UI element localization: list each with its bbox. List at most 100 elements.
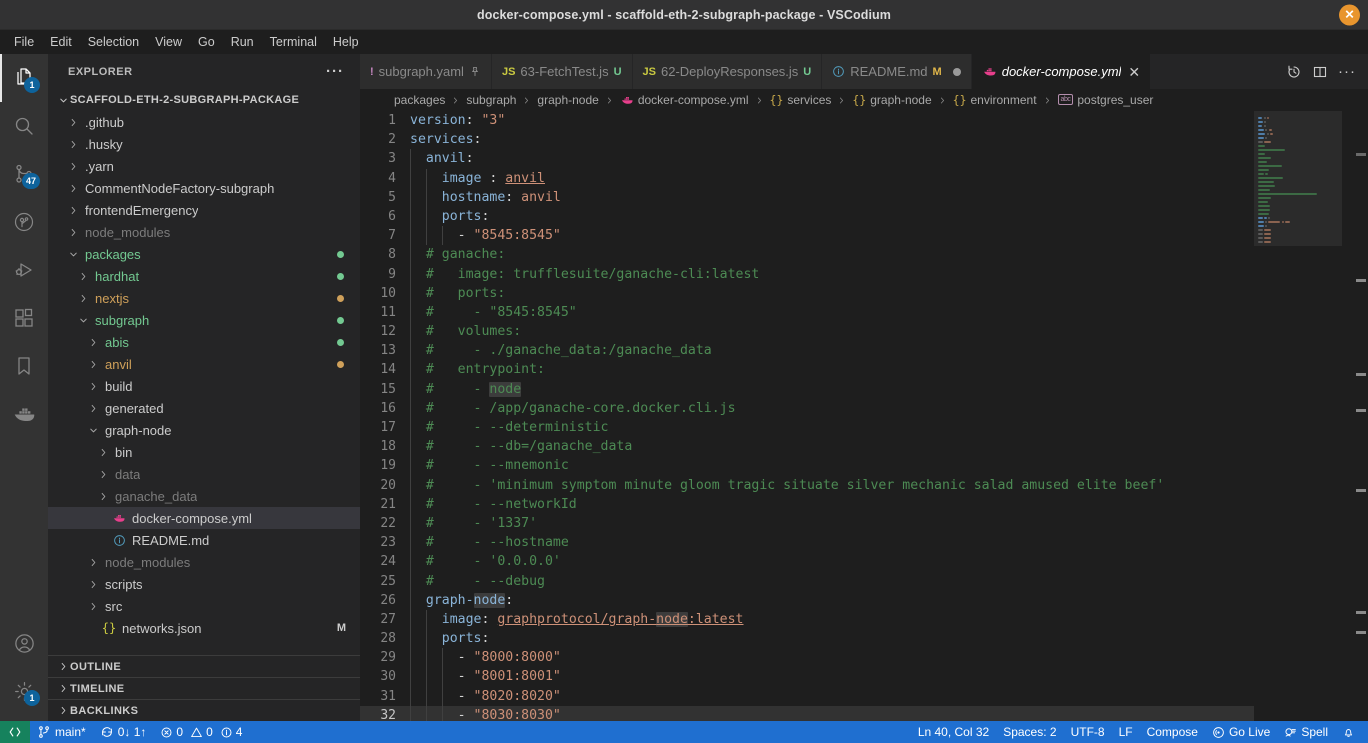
tree-folder-row[interactable]: ganache_data xyxy=(48,485,360,507)
sidebar-section-outline[interactable]: OUTLINE xyxy=(48,655,360,677)
chevron-right-icon[interactable] xyxy=(76,271,90,282)
tree-folder-row[interactable]: generated xyxy=(48,397,360,419)
menu-item-run[interactable]: Run xyxy=(223,33,262,51)
breadcrumb-item-subgraph[interactable]: subgraph xyxy=(466,93,516,107)
status-encoding[interactable]: UTF-8 xyxy=(1064,721,1112,743)
tree-file-row[interactable]: docker-compose.yml xyxy=(48,507,360,529)
code-line[interactable]: 26 graph-node: xyxy=(360,590,1254,610)
code-line[interactable]: 31 - "8020:8020" xyxy=(360,686,1254,706)
tree-folder-row[interactable]: data xyxy=(48,463,360,485)
code-line[interactable]: 7 - "8545:8545" xyxy=(360,226,1254,246)
tree-file-row[interactable]: {} networks.json M xyxy=(48,617,360,639)
chevron-right-icon[interactable] xyxy=(76,293,90,304)
tree-folder-row[interactable]: abis xyxy=(48,331,360,353)
code-line[interactable]: 19 # - --mnemonic xyxy=(360,456,1254,476)
pin-icon[interactable] xyxy=(469,66,481,78)
chevron-right-icon[interactable] xyxy=(96,447,110,458)
code-line[interactable]: 16 # - /app/ganache-core.docker.cli.js xyxy=(360,398,1254,419)
tree-folder-row[interactable]: packages xyxy=(48,243,360,265)
code-line[interactable]: 27 image: graphprotocol/graph-node:lates… xyxy=(360,609,1254,630)
code-line[interactable]: 8 # ganache: xyxy=(360,245,1254,265)
code-line[interactable]: 29 - "8000:8000" xyxy=(360,648,1254,668)
code-line[interactable]: 15 # - node xyxy=(360,379,1254,399)
code-line[interactable]: 1 version: "3" xyxy=(360,111,1254,130)
tree-folder-row[interactable]: build xyxy=(48,375,360,397)
editor-tab-62-deployresponses-js[interactable]: JS 62-DeployResponses.js U xyxy=(632,54,823,89)
breadcrumb-item-postgres-user[interactable]: abc postgres_user xyxy=(1057,93,1153,107)
editor-tab-63-fetchtest-js[interactable]: JS 63-FetchTest.js U xyxy=(491,54,633,89)
editor-tab-docker-compose-yml[interactable]: docker-compose.yml ✕ xyxy=(971,54,1152,89)
tree-folder-row[interactable]: CommentNodeFactory-subgraph xyxy=(48,177,360,199)
chevron-right-icon[interactable] xyxy=(86,337,100,348)
status-indentation[interactable]: Spaces: 2 xyxy=(996,721,1063,743)
breadcrumb-item-docker-compose-yml[interactable]: docker-compose.yml xyxy=(620,93,749,107)
chevron-right-icon[interactable] xyxy=(66,205,80,216)
status-spell[interactable]: Spell xyxy=(1277,721,1335,743)
explorer-more-actions-icon[interactable]: ··· xyxy=(326,63,344,80)
activity-bar-item-accounts[interactable] xyxy=(0,619,48,667)
code-line[interactable]: 12 # volumes: xyxy=(360,322,1254,342)
chevron-right-icon[interactable] xyxy=(66,117,80,128)
code-line[interactable]: 4 image : anvil xyxy=(360,168,1254,188)
tree-folder-row[interactable]: src xyxy=(48,595,360,617)
code-editor[interactable]: 1 version: "3" 2 services: 3 anvil: 4 image :… xyxy=(360,111,1368,721)
chevron-right-icon[interactable] xyxy=(86,557,100,568)
code-line[interactable]: 9 # image: trufflesuite/ganache-cli:late… xyxy=(360,264,1254,284)
chevron-right-icon[interactable] xyxy=(66,227,80,238)
tree-folder-row[interactable]: node_modules xyxy=(48,221,360,243)
code-line[interactable]: 24 # - '0.0.0.0' xyxy=(360,552,1254,572)
breadcrumb-item-graph-node[interactable]: graph-node xyxy=(537,93,598,107)
chevron-down-icon[interactable] xyxy=(76,315,90,326)
menu-item-file[interactable]: File xyxy=(6,33,42,51)
activity-bar-item-source-control[interactable]: 47 xyxy=(0,150,48,198)
chevron-right-icon[interactable] xyxy=(86,403,100,414)
activity-bar-item-explorer[interactable]: 1 xyxy=(0,54,48,102)
code-line[interactable]: 23 # - --hostname xyxy=(360,533,1254,553)
activity-bar-item-run-and-debug[interactable] xyxy=(0,246,48,294)
tree-folder-row[interactable]: bin xyxy=(48,441,360,463)
activity-bar-item-search[interactable] xyxy=(0,102,48,150)
code-line[interactable]: 3 anvil: xyxy=(360,149,1254,169)
code-line[interactable]: 17 # - --deterministic xyxy=(360,418,1254,438)
workspace-root-row[interactable]: SCAFFOLD-ETH-2-SUBGRAPH-PACKAGE xyxy=(48,89,360,111)
menu-item-terminal[interactable]: Terminal xyxy=(262,33,325,51)
status-go-live[interactable]: Go Live xyxy=(1205,721,1277,743)
code-line[interactable]: 21 # - --networkId xyxy=(360,494,1254,514)
menu-item-edit[interactable]: Edit xyxy=(42,33,80,51)
chevron-right-icon[interactable] xyxy=(86,381,100,392)
status-eol[interactable]: LF xyxy=(1112,721,1140,743)
chevron-right-icon[interactable] xyxy=(86,359,100,370)
tree-folder-row[interactable]: .yarn xyxy=(48,155,360,177)
status-branch[interactable]: main* xyxy=(30,721,93,743)
activity-bar-item-extensions[interactable] xyxy=(0,294,48,342)
code-line[interactable]: 20 # - 'minimum symptom minute gloom tra… xyxy=(360,475,1254,495)
menu-item-help[interactable]: Help xyxy=(325,33,367,51)
tree-folder-row[interactable]: hardhat xyxy=(48,265,360,287)
code-line[interactable]: 13 # - ./ganache_data:/ganache_data xyxy=(360,341,1254,361)
more-actions-icon[interactable]: ··· xyxy=(1338,64,1356,79)
chevron-right-icon[interactable] xyxy=(66,183,80,194)
code-viewport[interactable]: 1 version: "3" 2 services: 3 anvil: 4 image :… xyxy=(360,111,1254,721)
status-problems[interactable]: 0 0 4 xyxy=(153,721,249,743)
tree-folder-row[interactable]: anvil xyxy=(48,353,360,375)
activity-bar-item-bookmarks[interactable] xyxy=(0,342,48,390)
tree-folder-row[interactable]: frontendEmergency xyxy=(48,199,360,221)
chevron-down-icon[interactable] xyxy=(86,425,100,436)
unsaved-dot-icon[interactable] xyxy=(952,67,961,76)
code-line[interactable]: 30 - "8001:8001" xyxy=(360,667,1254,687)
menu-item-selection[interactable]: Selection xyxy=(80,33,147,51)
code-line[interactable]: 25 # - --debug xyxy=(360,571,1254,591)
menu-item-go[interactable]: Go xyxy=(190,33,223,51)
activity-bar-item-docker[interactable] xyxy=(0,390,48,438)
code-line[interactable]: 32 - "8030:8030" xyxy=(360,705,1254,721)
minimap[interactable] xyxy=(1254,111,1354,721)
editor-tab-subgraph-yaml[interactable]: ! subgraph.yaml xyxy=(360,54,492,89)
close-tab-icon[interactable]: ✕ xyxy=(1126,65,1140,79)
file-tree[interactable]: SCAFFOLD-ETH-2-SUBGRAPH-PACKAGE .github.… xyxy=(48,89,360,655)
chevron-down-icon[interactable] xyxy=(66,249,80,260)
tree-folder-row[interactable]: .husky xyxy=(48,133,360,155)
chevron-right-icon[interactable] xyxy=(66,139,80,150)
history-icon[interactable] xyxy=(1286,64,1302,80)
status-notifications[interactable] xyxy=(1335,721,1362,743)
code-line[interactable]: 2 services: xyxy=(360,130,1254,149)
